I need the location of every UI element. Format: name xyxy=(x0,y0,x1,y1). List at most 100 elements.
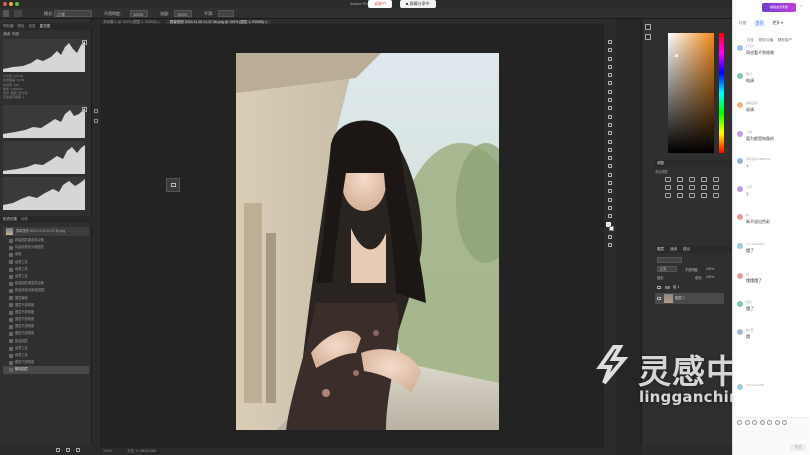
send-button[interactable]: 发送 xyxy=(790,444,806,451)
history-item[interactable]: 图层不透明度 xyxy=(3,323,89,330)
vibrance-icon[interactable] xyxy=(713,177,719,182)
history-item[interactable]: 图层编组 xyxy=(3,295,89,302)
layer-group-row[interactable]: 组 1 xyxy=(655,282,724,293)
heart-icon[interactable] xyxy=(767,420,772,425)
color-picker-cursor[interactable] xyxy=(675,54,678,57)
subtab-discussion[interactable]: 讨论 xyxy=(747,38,754,42)
avatar[interactable] xyxy=(737,384,743,390)
history-item[interactable]: 图层不透明度 xyxy=(3,359,89,366)
avatar[interactable] xyxy=(737,186,743,192)
color-swatches[interactable] xyxy=(604,221,616,233)
tab-paths[interactable]: 路径 xyxy=(683,247,690,251)
swatch-panel-icon[interactable] xyxy=(645,34,651,40)
color-balance-icon[interactable] xyxy=(677,185,683,190)
trash-icon[interactable] xyxy=(76,448,80,452)
dodge-tool-icon[interactable] xyxy=(604,154,616,162)
message-author[interactable]: 捕风追影 xyxy=(746,101,758,105)
blend-mode-select[interactable]: 正常 xyxy=(657,266,677,272)
screen-mode-icon[interactable] xyxy=(604,241,616,249)
color-panel-icon[interactable] xyxy=(645,24,651,30)
fill-value[interactable]: 100% xyxy=(706,275,714,279)
channel-icon[interactable] xyxy=(82,107,87,112)
close-icon[interactable]: × xyxy=(800,4,803,10)
message-author[interactable]: 路过 xyxy=(746,300,752,304)
exposure-icon[interactable] xyxy=(701,177,707,182)
avatar[interactable] xyxy=(737,102,743,108)
image-icon[interactable] xyxy=(744,420,750,425)
message-author[interactable]: Unyweteet88 xyxy=(746,383,764,387)
history-item[interactable]: 新建图层通道混合器 xyxy=(3,280,89,287)
tab-discussion[interactable]: 讨论 xyxy=(737,20,749,27)
eye-icon[interactable] xyxy=(657,297,661,300)
selective-color-icon[interactable] xyxy=(713,193,719,198)
layer-filter-select[interactable] xyxy=(657,257,682,263)
history-item[interactable]: 新建图层 xyxy=(3,338,89,345)
avatar[interactable] xyxy=(737,273,743,279)
history-item[interactable]: 画笔工具 xyxy=(3,273,89,280)
avatar[interactable] xyxy=(737,214,743,220)
avatar[interactable] xyxy=(737,45,743,51)
snapshot-icon[interactable] xyxy=(56,448,60,452)
opacity-input[interactable]: 100% xyxy=(130,10,148,17)
close-window-button[interactable] xyxy=(3,2,7,6)
pen-tool-icon[interactable] xyxy=(604,162,616,170)
tab-histogram[interactable]: 直方图 xyxy=(39,24,50,28)
message-author[interactable]: 新2号 xyxy=(746,328,754,332)
frame-tool-icon[interactable] xyxy=(604,79,616,87)
star-icon[interactable] xyxy=(774,420,780,425)
history-snapshot[interactable]: 屏幕快照 2019-11-30 21.37.36.png xyxy=(3,227,89,236)
path-select-icon[interactable] xyxy=(604,179,616,187)
camera-icon[interactable] xyxy=(66,448,70,452)
posterize-icon[interactable] xyxy=(677,193,683,198)
color-picker-field[interactable] xyxy=(668,33,714,153)
emoji-icon[interactable] xyxy=(737,420,742,425)
history-item[interactable]: 画笔 xyxy=(3,251,89,258)
marquee-tool-icon[interactable] xyxy=(604,46,616,54)
gradient-map-icon[interactable] xyxy=(701,193,707,198)
tab-adjustments[interactable]: 调整 xyxy=(657,161,664,165)
lasso-tool-icon[interactable] xyxy=(604,55,616,63)
tab-members[interactable]: 会员 xyxy=(753,20,766,27)
tab-info[interactable]: 信息 xyxy=(28,24,35,28)
floating-mini-panel[interactable] xyxy=(166,178,180,192)
layer-opacity-value[interactable]: 100% xyxy=(706,267,714,271)
history-item[interactable]: 画笔工具 xyxy=(3,352,89,359)
history-item[interactable]: 将曲线修改为新图层 xyxy=(3,244,89,251)
tab-navigator[interactable]: 导航器 xyxy=(3,24,14,28)
history-item[interactable]: 画笔工具 xyxy=(3,259,89,266)
healing-tool-icon[interactable] xyxy=(604,96,616,104)
tab-history[interactable]: 历史记录 xyxy=(3,217,17,221)
brightness-icon[interactable] xyxy=(665,177,671,182)
levels-icon[interactable] xyxy=(677,177,683,182)
history-item[interactable]: 画笔工具 xyxy=(3,266,89,273)
brush-tool-icon[interactable] xyxy=(3,10,9,17)
invert-icon[interactable] xyxy=(665,193,671,198)
eye-icon[interactable] xyxy=(657,286,661,289)
smooth-input[interactable] xyxy=(218,10,234,17)
message-author[interactable]: 林 xyxy=(746,213,749,217)
screen-share-indicator[interactable]: ■ 屏幕分享中 xyxy=(400,0,436,8)
mode-select[interactable]: 正常 xyxy=(54,10,92,17)
hue-slider[interactable] xyxy=(719,33,724,153)
quick-mask-icon[interactable] xyxy=(604,233,616,241)
refresh-icon[interactable] xyxy=(82,40,87,45)
history-item[interactable]: 图层不透明度 xyxy=(3,330,89,337)
photo-filter-icon[interactable] xyxy=(701,185,707,190)
panel-toggle-icon[interactable] xyxy=(94,119,98,123)
hand-tool-icon[interactable] xyxy=(604,196,616,204)
history-item[interactable]: 新建色相/饱和度图层 xyxy=(3,287,89,294)
tab-color[interactable]: 颜色 xyxy=(17,24,24,28)
panel-toggle-icon[interactable] xyxy=(94,109,98,113)
channel-mixer-icon[interactable] xyxy=(713,185,719,190)
file-icon[interactable] xyxy=(752,420,757,425)
maximize-window-button[interactable] xyxy=(15,2,19,6)
subtab-users[interactable]: 精彩用户 xyxy=(778,38,792,42)
history-item[interactable]: 图层不透明度 xyxy=(3,309,89,316)
history-item[interactable]: 新建图层通道混合器 xyxy=(3,237,89,244)
history-item[interactable]: 画笔工具 xyxy=(3,345,89,352)
avatar[interactable] xyxy=(737,329,743,335)
document-photo[interactable] xyxy=(236,53,499,430)
gift-icon[interactable] xyxy=(759,420,765,425)
black-white-icon[interactable] xyxy=(689,185,695,190)
zoom-readout[interactable]: 100% xyxy=(103,449,112,453)
